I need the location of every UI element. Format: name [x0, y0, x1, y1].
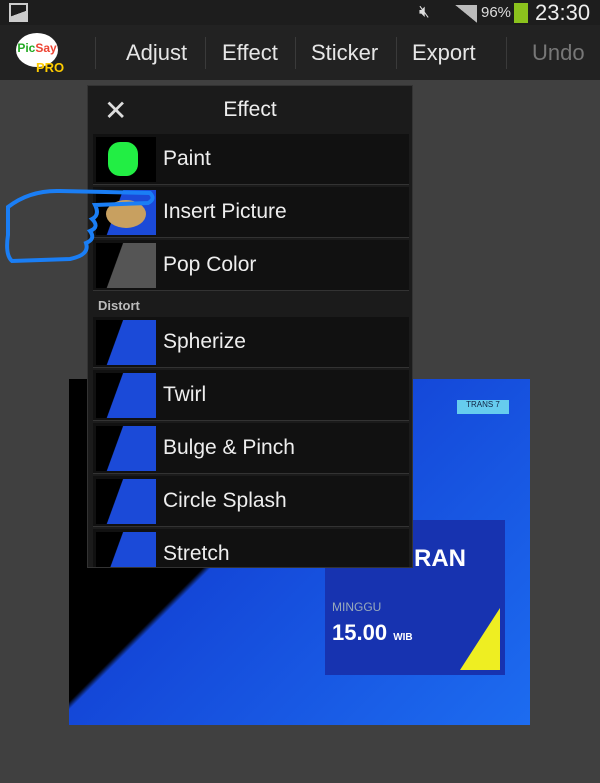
- battery-icon: [514, 3, 528, 23]
- pointing-hand-icon: [5, 188, 155, 264]
- status-bar: 🔇︎ 96% 23:30: [0, 0, 600, 25]
- clock: 23:30: [535, 0, 591, 25]
- circle-splash-thumbnail: [96, 479, 156, 524]
- effect-popup: ✕ Effect Paint Insert Picture Pop Color …: [87, 85, 413, 568]
- undo-button[interactable]: Undo: [532, 25, 585, 80]
- spherize-thumbnail: [96, 320, 156, 365]
- paint-thumbnail: [96, 137, 156, 182]
- export-button[interactable]: Export: [412, 25, 476, 80]
- gallery-notification-icon: [9, 3, 28, 22]
- battery-percent: 96%: [481, 4, 512, 21]
- signal-icon: [455, 5, 477, 23]
- mute-icon: 🔇︎: [419, 2, 430, 21]
- effect-twirl[interactable]: Twirl: [93, 370, 409, 421]
- stretch-thumbnail: [96, 532, 156, 567]
- effect-spherize[interactable]: Spherize: [93, 317, 409, 368]
- effect-circle-splash[interactable]: Circle Splash: [93, 476, 409, 527]
- adjust-button[interactable]: Adjust: [126, 25, 187, 80]
- photo-badge: TRANS 7: [457, 400, 509, 414]
- photo-time: 15.00 WIB: [332, 620, 413, 645]
- effect-stretch[interactable]: Stretch: [93, 529, 409, 567]
- popup-title: Effect: [223, 98, 277, 121]
- effect-button[interactable]: Effect: [222, 25, 278, 80]
- photo-day: MINGGU: [332, 600, 382, 614]
- logo-pro: PRO: [36, 60, 65, 75]
- bulge-thumbnail: [96, 426, 156, 471]
- effect-bulge-pinch[interactable]: Bulge & Pinch: [93, 423, 409, 474]
- twirl-thumbnail: [96, 373, 156, 418]
- sticker-button[interactable]: Sticker: [311, 25, 378, 80]
- toolbar: PicSay PRO Adjust Effect Sticker Export …: [0, 25, 600, 80]
- effect-paint[interactable]: Paint: [93, 134, 409, 185]
- section-distort: Distort: [98, 298, 140, 313]
